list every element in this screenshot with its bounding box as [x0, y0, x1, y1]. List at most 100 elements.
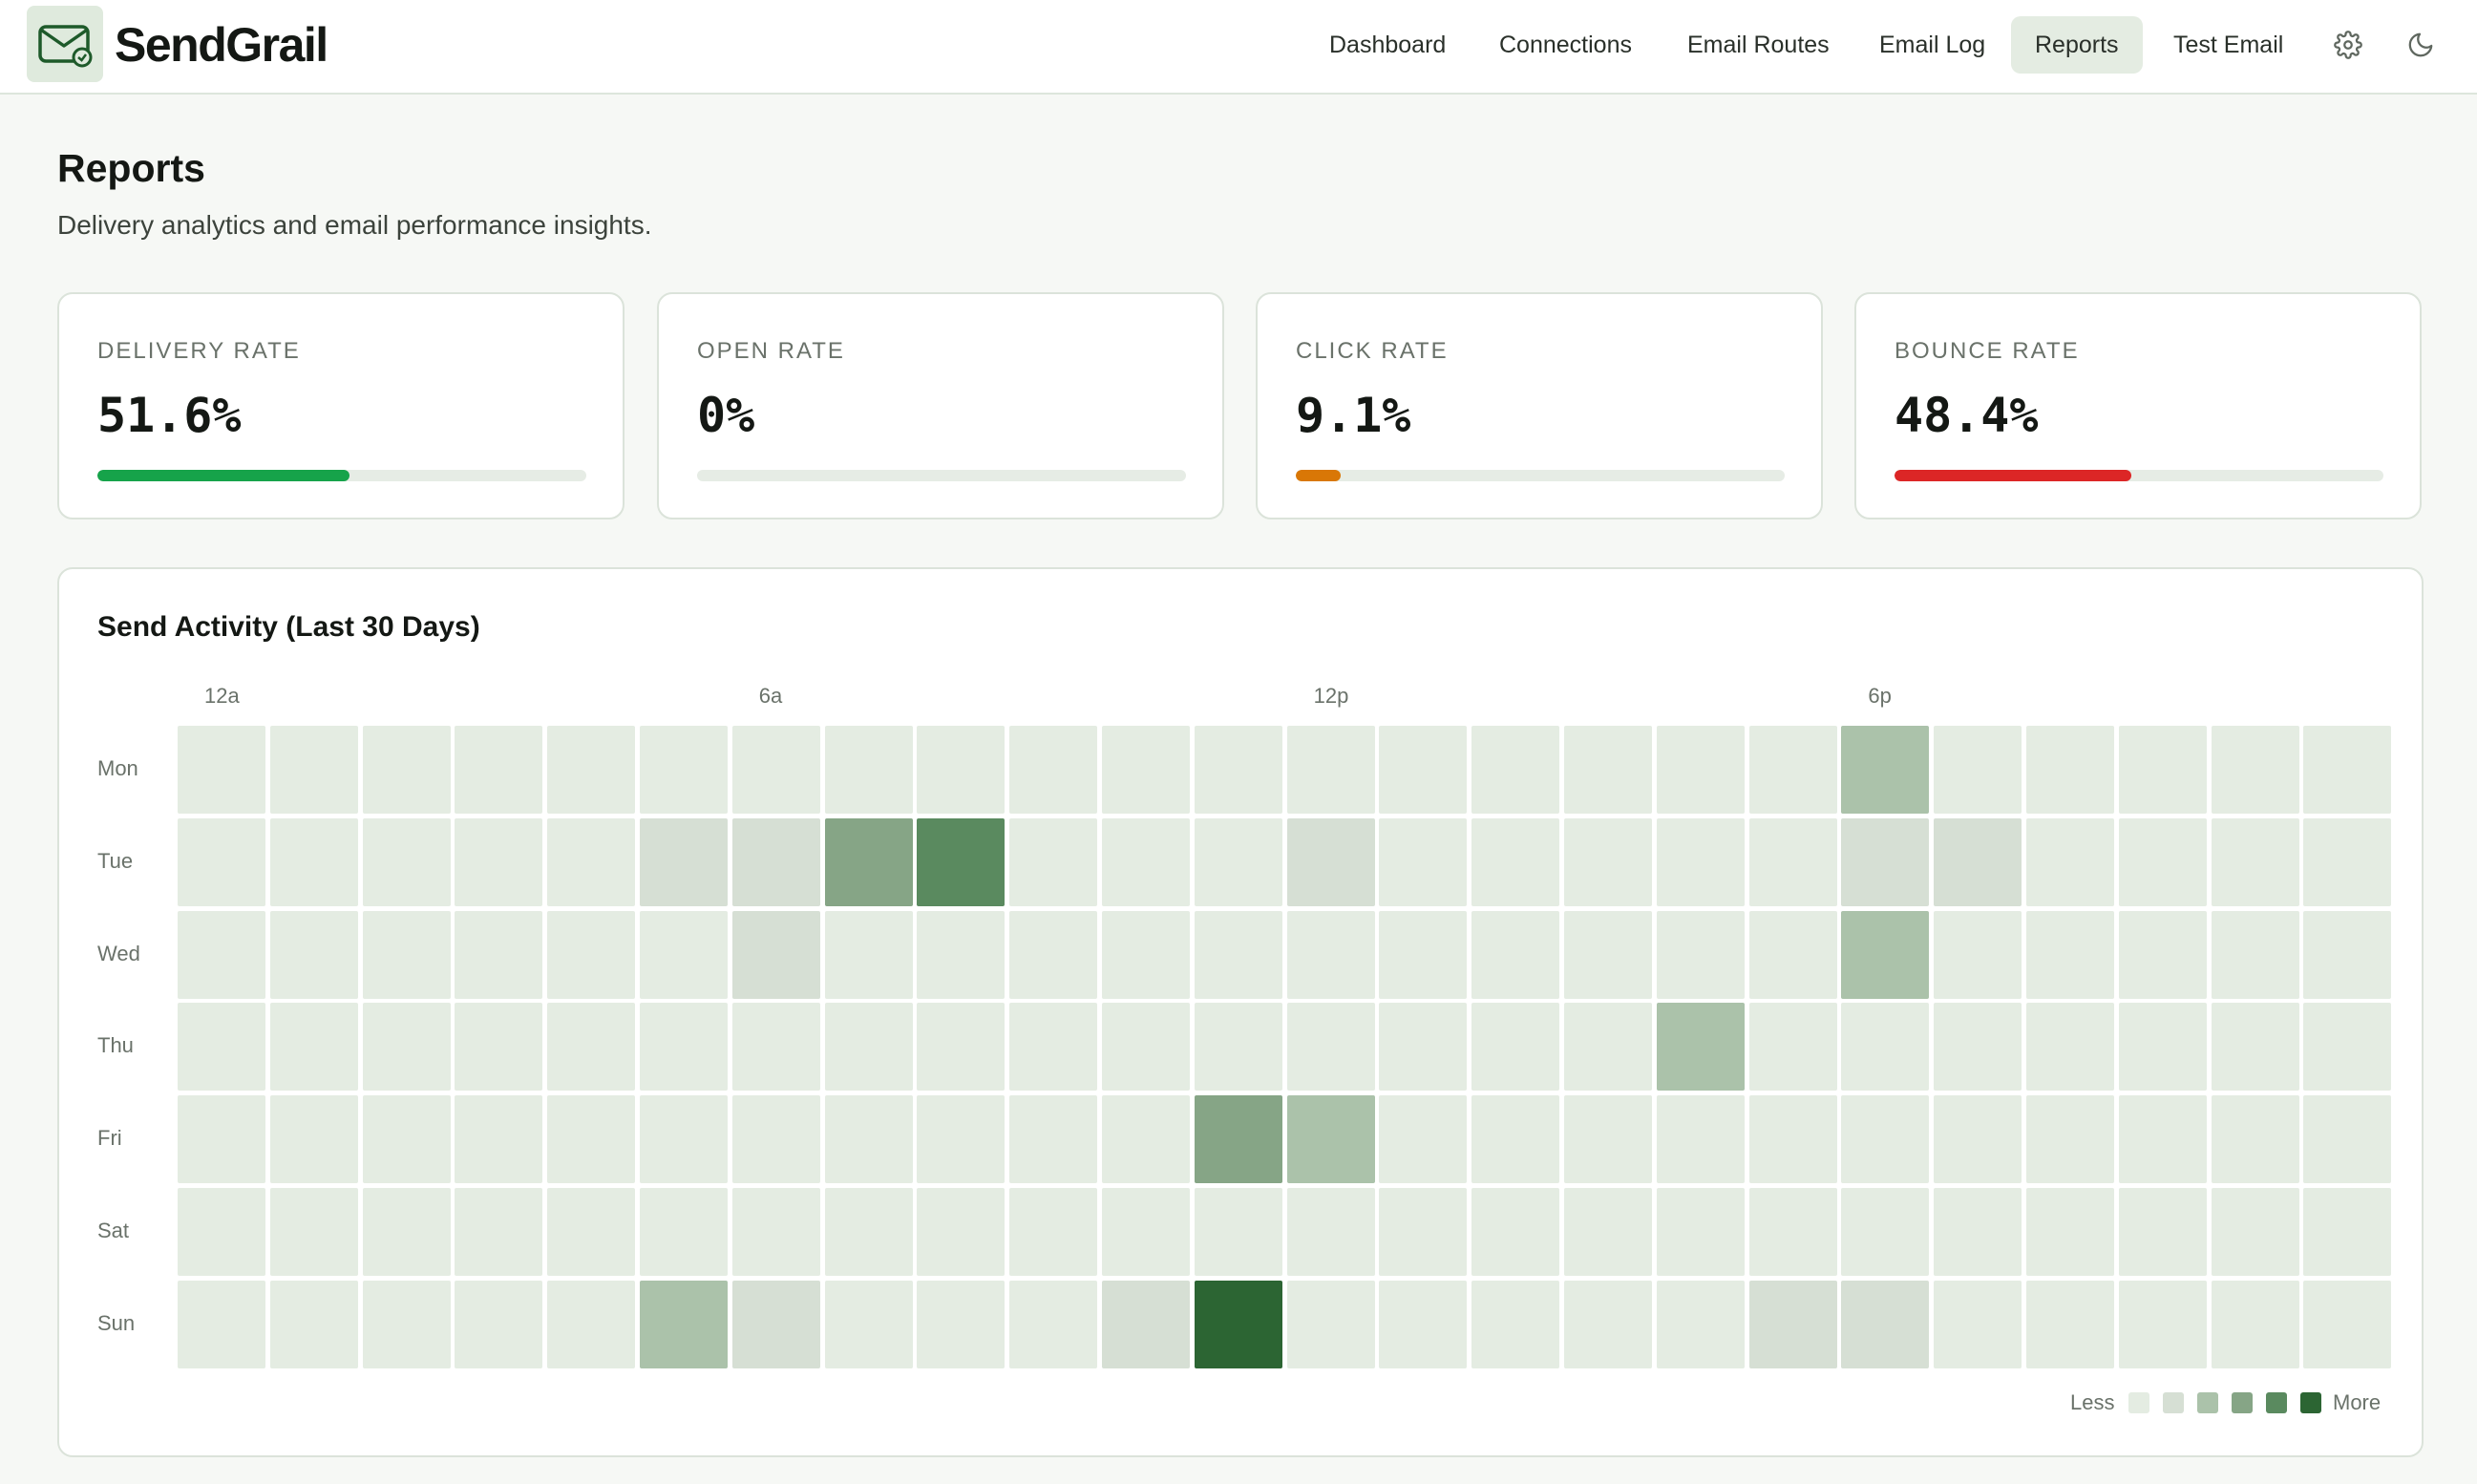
heatmap-cell[interactable] [1194, 726, 1282, 814]
heatmap-cell[interactable] [731, 1003, 820, 1092]
heatmap-cell[interactable] [1286, 1280, 1375, 1368]
heatmap-cell[interactable] [640, 1280, 728, 1368]
heatmap-cell[interactable] [1471, 817, 1560, 906]
nav-email-log[interactable]: Email Log [1855, 16, 2009, 74]
heatmap-cell[interactable] [1102, 817, 1190, 906]
heatmap-cell[interactable] [824, 1188, 913, 1276]
heatmap-cell[interactable] [1194, 1003, 1282, 1092]
heatmap-cell[interactable] [1748, 1280, 1837, 1368]
heatmap-cell[interactable] [1102, 1188, 1190, 1276]
heatmap-cell[interactable] [1009, 726, 1098, 814]
heatmap-cell[interactable] [1471, 726, 1560, 814]
heatmap-cell[interactable] [1934, 817, 2022, 906]
heatmap-cell[interactable] [455, 817, 543, 906]
heatmap-cell[interactable] [2303, 1095, 2392, 1184]
nav-connections[interactable]: Connections [1475, 16, 1656, 74]
heatmap-cell[interactable] [1379, 1095, 1468, 1184]
heatmap-cell[interactable] [1009, 817, 1098, 906]
heatmap-cell[interactable] [640, 726, 728, 814]
heatmap-cell[interactable] [362, 1003, 451, 1092]
app-name[interactable]: SendGrail [115, 17, 328, 73]
heatmap-cell[interactable] [1656, 726, 1745, 814]
heatmap-cell[interactable] [1471, 1095, 1560, 1184]
heatmap-cell[interactable] [2118, 1188, 2207, 1276]
heatmap-cell[interactable] [2211, 817, 2299, 906]
heatmap-cell[interactable] [1748, 1003, 1837, 1092]
heatmap-cell[interactable] [1286, 726, 1375, 814]
heatmap-cell[interactable] [1379, 726, 1468, 814]
heatmap-cell[interactable] [1841, 726, 1930, 814]
moon-icon[interactable] [2401, 25, 2441, 65]
gear-icon[interactable] [2328, 25, 2368, 65]
heatmap-cell[interactable] [362, 726, 451, 814]
heatmap-cell[interactable] [2211, 1188, 2299, 1276]
heatmap-cell[interactable] [455, 1095, 543, 1184]
heatmap-cell[interactable] [1471, 1003, 1560, 1092]
nav-test-email[interactable]: Test Email [2149, 16, 2307, 74]
heatmap-cell[interactable] [455, 726, 543, 814]
heatmap-cell[interactable] [731, 1188, 820, 1276]
heatmap-cell[interactable] [1564, 1280, 1652, 1368]
heatmap-cell[interactable] [2303, 817, 2392, 906]
heatmap-cell[interactable] [917, 1095, 1006, 1184]
heatmap-cell[interactable] [2303, 1280, 2392, 1368]
heatmap-cell[interactable] [2118, 726, 2207, 814]
heatmap-cell[interactable] [547, 1003, 636, 1092]
heatmap-cell[interactable] [824, 1280, 913, 1368]
heatmap-cell[interactable] [1934, 1095, 2022, 1184]
heatmap-cell[interactable] [547, 1280, 636, 1368]
heatmap-cell[interactable] [824, 726, 913, 814]
heatmap-cell[interactable] [1286, 1003, 1375, 1092]
heatmap-cell[interactable] [1194, 1095, 1282, 1184]
heatmap-cell[interactable] [1934, 910, 2022, 999]
heatmap-cell[interactable] [178, 910, 265, 999]
heatmap-cell[interactable] [362, 910, 451, 999]
heatmap-cell[interactable] [640, 1188, 728, 1276]
heatmap-cell[interactable] [2211, 726, 2299, 814]
nav-email-routes[interactable]: Email Routes [1663, 16, 1853, 74]
heatmap-cell[interactable] [1102, 1095, 1190, 1184]
heatmap-cell[interactable] [362, 1280, 451, 1368]
heatmap-cell[interactable] [1286, 910, 1375, 999]
logo-mail-icon[interactable] [27, 6, 103, 82]
heatmap-cell[interactable] [1934, 1188, 2022, 1276]
heatmap-cell[interactable] [2118, 1095, 2207, 1184]
heatmap-cell[interactable] [917, 1188, 1006, 1276]
heatmap-cell[interactable] [2118, 1003, 2207, 1092]
heatmap-cell[interactable] [731, 1095, 820, 1184]
heatmap-cell[interactable] [731, 910, 820, 999]
heatmap-cell[interactable] [917, 910, 1006, 999]
heatmap-cell[interactable] [1656, 910, 1745, 999]
heatmap-cell[interactable] [1564, 910, 1652, 999]
heatmap-cell[interactable] [1286, 1095, 1375, 1184]
heatmap-cell[interactable] [269, 1188, 358, 1276]
heatmap-cell[interactable] [1934, 1003, 2022, 1092]
heatmap-cell[interactable] [362, 1188, 451, 1276]
heatmap-cell[interactable] [1102, 910, 1190, 999]
heatmap-cell[interactable] [917, 726, 1006, 814]
heatmap-cell[interactable] [2118, 817, 2207, 906]
heatmap-cell[interactable] [2026, 910, 2114, 999]
heatmap-cell[interactable] [178, 817, 265, 906]
heatmap-cell[interactable] [824, 1095, 913, 1184]
heatmap-cell[interactable] [1656, 1003, 1745, 1092]
heatmap-cell[interactable] [362, 1095, 451, 1184]
heatmap-cell[interactable] [1286, 817, 1375, 906]
heatmap-cell[interactable] [178, 1280, 265, 1368]
heatmap-cell[interactable] [824, 1003, 913, 1092]
heatmap-cell[interactable] [1379, 817, 1468, 906]
heatmap-cell[interactable] [362, 817, 451, 906]
heatmap-cell[interactable] [455, 1188, 543, 1276]
heatmap-cell[interactable] [2211, 1280, 2299, 1368]
heatmap-cell[interactable] [1471, 910, 1560, 999]
heatmap-cell[interactable] [1009, 910, 1098, 999]
heatmap-cell[interactable] [1564, 1188, 1652, 1276]
heatmap-cell[interactable] [455, 1280, 543, 1368]
heatmap-cell[interactable] [1748, 1095, 1837, 1184]
heatmap-cell[interactable] [178, 1188, 265, 1276]
heatmap-cell[interactable] [1102, 726, 1190, 814]
heatmap-cell[interactable] [2026, 1280, 2114, 1368]
heatmap-cell[interactable] [269, 1095, 358, 1184]
heatmap-cell[interactable] [1748, 910, 1837, 999]
heatmap-cell[interactable] [1564, 1095, 1652, 1184]
